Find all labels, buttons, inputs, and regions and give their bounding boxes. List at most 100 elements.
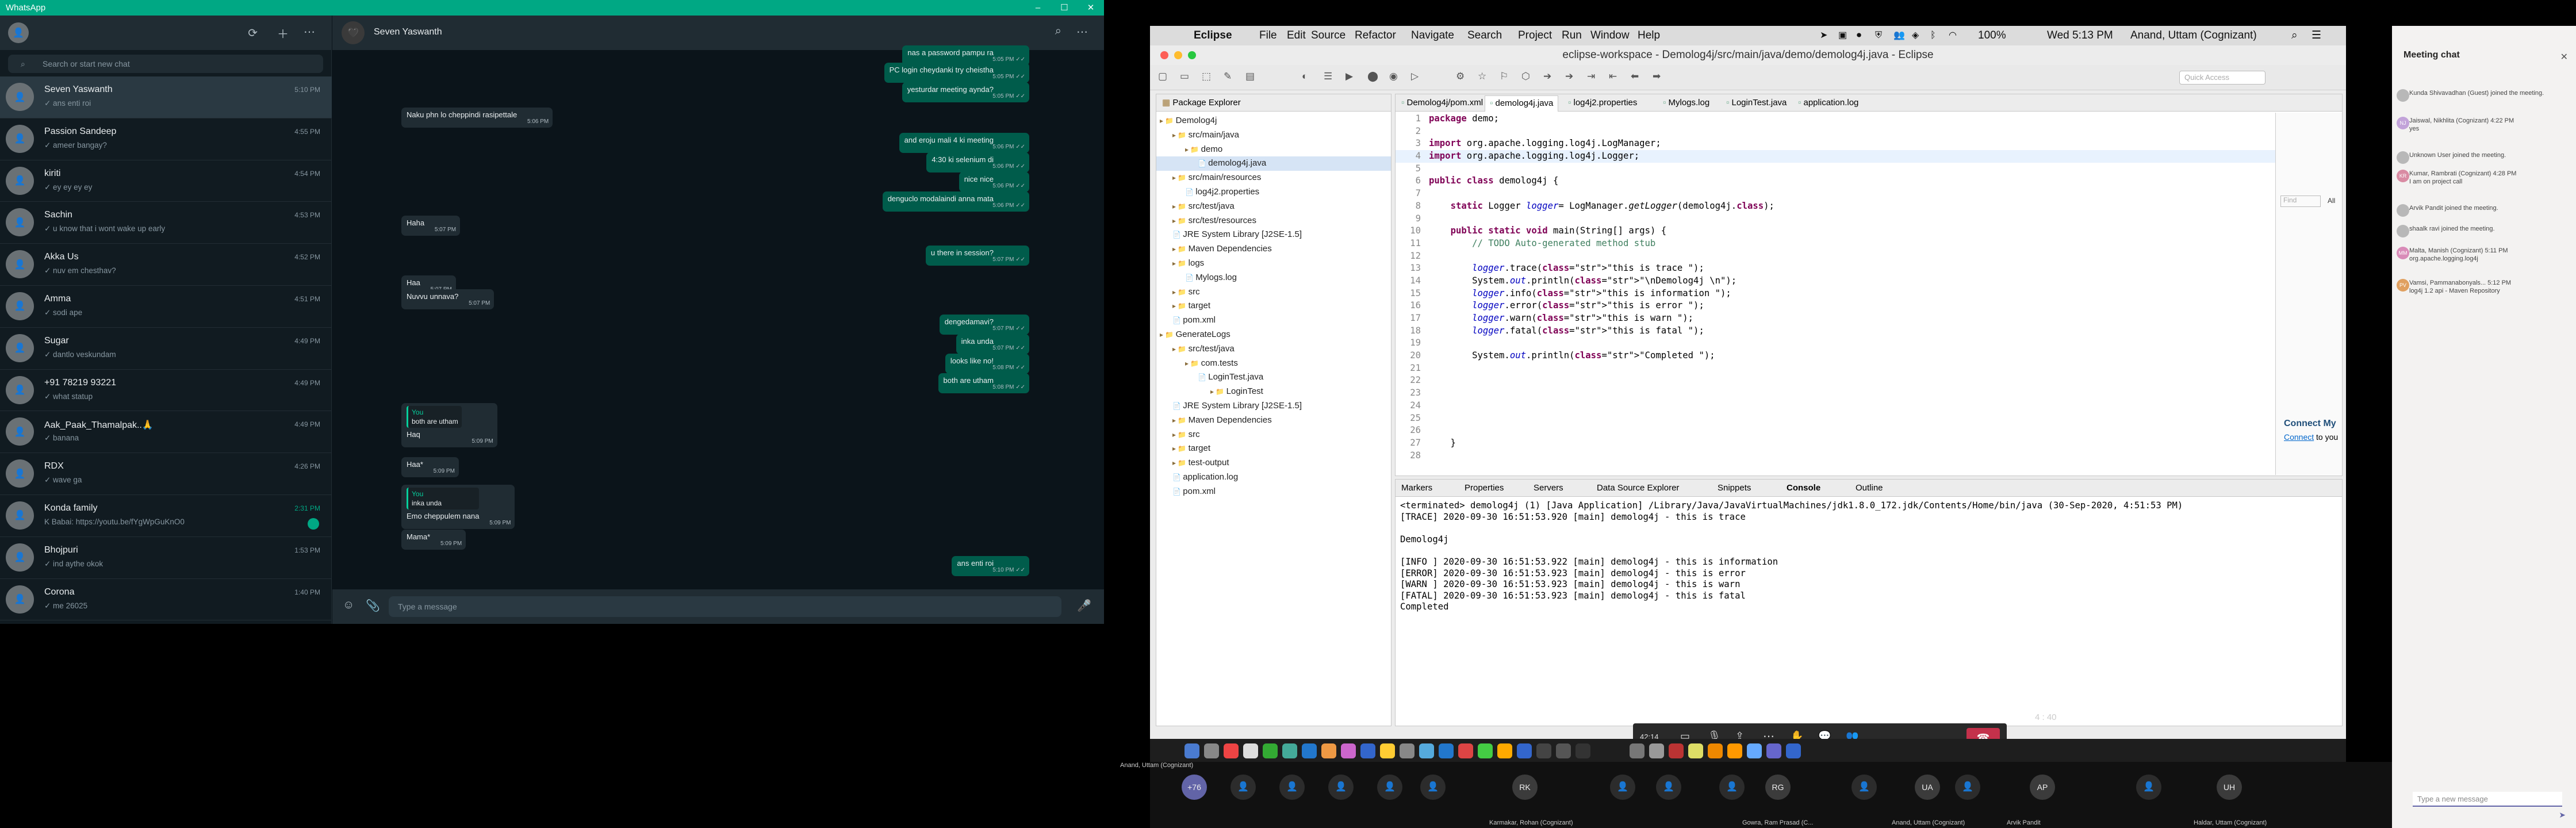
- tree-item[interactable]: 📄 JRE System Library [J2SE-1.5]: [1156, 228, 1391, 242]
- incoming-message[interactable]: Haa* 5:09 PM: [401, 457, 459, 477]
- toolbar-icon[interactable]: ▷: [1411, 71, 1419, 82]
- dock-app-icon[interactable]: [1747, 743, 1762, 758]
- control-center-icon[interactable]: ☰: [2312, 26, 2321, 45]
- dock-app-icon[interactable]: [1556, 743, 1571, 758]
- chat-list-item[interactable]: 👤 Bhojpuri ✓ ind aythe okok 1:53 PM: [0, 537, 332, 579]
- tree-item[interactable]: ▸ 📁 target: [1156, 299, 1391, 313]
- outgoing-message[interactable]: PC login cheydanki try cheistha 5:05 PM ✓…: [884, 63, 1029, 83]
- toolbar-icon[interactable]: ⬅: [1631, 71, 1639, 82]
- menu-search[interactable]: Search: [1467, 26, 1502, 45]
- toolbar-icon[interactable]: ◐: [1302, 71, 1308, 82]
- dock-app-icon[interactable]: [1517, 743, 1532, 758]
- people-icon[interactable]: 👥: [1893, 26, 1905, 45]
- spotlight-icon[interactable]: ⌕: [2291, 26, 2298, 45]
- menu-icon[interactable]: ⋯: [304, 25, 315, 39]
- participant-avatar[interactable]: 👤: [1230, 775, 1256, 800]
- outgoing-message[interactable]: ans enti roi 5:10 PM ✓✓: [952, 556, 1029, 576]
- tree-item[interactable]: 📄 LoginTest.java: [1156, 370, 1391, 385]
- app-menu[interactable]: Eclipse: [1194, 26, 1232, 45]
- dock-app-icon[interactable]: [1321, 743, 1336, 758]
- chat-list-item[interactable]: 👤 Aak_Paak_Thamalpak..🙏 ✓ banana 4:49 PM: [0, 411, 332, 454]
- package-explorer-tab[interactable]: ▦ Package Explorer: [1156, 94, 1391, 112]
- dock-app-icon[interactable]: [1282, 743, 1297, 758]
- maximize-icon[interactable]: ☐: [1051, 0, 1078, 16]
- dock-app-icon[interactable]: [1224, 743, 1239, 758]
- dock-app-icon[interactable]: [1302, 743, 1317, 758]
- dock-app-icon[interactable]: [1497, 743, 1512, 758]
- menu-navigate[interactable]: Navigate: [1411, 26, 1454, 45]
- incoming-message[interactable]: You inka unda Emo cheppulem nana 5:09 PM: [401, 485, 515, 529]
- chat-list-item[interactable]: 👤 Corona ✓ me 26025 1:40 PM: [0, 579, 332, 621]
- toolbar-icon[interactable]: ▤: [1245, 71, 1255, 82]
- incoming-message[interactable]: You both are utham Haq 5:09 PM: [401, 403, 497, 447]
- participant-avatar[interactable]: 👤: [1955, 775, 1980, 800]
- participant-avatar[interactable]: 👤: [1279, 775, 1305, 800]
- toolbar-icon[interactable]: ➡: [1653, 71, 1661, 82]
- outgoing-message[interactable]: nice nice 5:06 PM ✓✓: [959, 172, 1029, 192]
- bottom-tab[interactable]: Snippets: [1718, 483, 1751, 493]
- traffic-close[interactable]: [1160, 51, 1168, 59]
- participant-avatar[interactable]: 👤: [1328, 775, 1354, 800]
- code-area[interactable]: 1 package demo; 2 3 import org.apache.loggin…: [1396, 113, 2275, 462]
- tree-item[interactable]: ▸ 📁 src/test/resources: [1156, 214, 1391, 228]
- dock-app-icon[interactable]: [1341, 743, 1356, 758]
- dock-app-icon[interactable]: [1669, 743, 1684, 758]
- record-icon[interactable]: ⏺: [1857, 26, 1861, 45]
- toolbar-icon[interactable]: ⬡: [1521, 71, 1530, 82]
- dock-app-icon[interactable]: [1380, 743, 1395, 758]
- outgoing-message[interactable]: yesturdar meeting aynda? 5:05 PM ✓✓: [902, 82, 1029, 102]
- search-icon[interactable]: ⌕: [1055, 25, 1061, 38]
- menu-project[interactable]: Project: [1518, 26, 1552, 45]
- outgoing-message[interactable]: looks like no! 5:08 PM ✓✓: [945, 354, 1029, 374]
- bottom-tab[interactable]: Outline: [1856, 483, 1883, 493]
- dock-app-icon[interactable]: [1536, 743, 1551, 758]
- tree-item[interactable]: ▸ 📁 target: [1156, 442, 1391, 456]
- participant-avatar[interactable]: +76: [1182, 775, 1207, 800]
- dock-app-icon[interactable]: [1204, 743, 1219, 758]
- menu-source[interactable]: Source: [1311, 26, 1346, 45]
- battery-label[interactable]: 100%: [1978, 26, 2006, 45]
- bottom-tab[interactable]: Properties: [1465, 483, 1504, 493]
- bottom-tab[interactable]: Servers: [1534, 483, 1563, 493]
- chat-list-item[interactable]: 👤 Amma ✓ sodi ape 4:51 PM: [0, 286, 332, 328]
- contact-avatar[interactable]: 🖤: [342, 21, 365, 44]
- toolbar-icon[interactable]: ☰: [1324, 71, 1332, 82]
- tree-item[interactable]: 📄 demolog4j.java: [1156, 156, 1391, 171]
- menu-edit[interactable]: Edit: [1287, 26, 1306, 45]
- dock-app-icon[interactable]: [1786, 743, 1801, 758]
- connect-link[interactable]: Connect: [2284, 432, 2314, 442]
- mic-icon[interactable]: 🎤: [1077, 599, 1091, 613]
- dock-app-icon[interactable]: [1263, 743, 1278, 758]
- dock-app-icon[interactable]: [1184, 743, 1199, 758]
- dock-app-icon[interactable]: [1575, 743, 1590, 758]
- dock-app-icon[interactable]: [1727, 743, 1742, 758]
- traffic-min[interactable]: [1174, 51, 1182, 59]
- toolbar-icon[interactable]: ⚐: [1500, 71, 1508, 82]
- menu-icon[interactable]: ⋯: [1076, 25, 1088, 39]
- dock-app-icon[interactable]: [1766, 743, 1781, 758]
- dock-app-icon[interactable]: [1439, 743, 1454, 758]
- cursor-icon[interactable]: ➤: [1820, 26, 1827, 45]
- avatar[interactable]: 👤: [8, 22, 29, 43]
- participant-avatar[interactable]: AP: [2030, 775, 2055, 800]
- incoming-message[interactable]: Nuvvu unnava? 5:07 PM: [401, 289, 494, 309]
- chat-compose-input[interactable]: Type a new message: [2413, 792, 2562, 807]
- tree-item[interactable]: ▸ 📁 com.tests: [1156, 356, 1391, 371]
- tree-item[interactable]: ▸ 📁 src/test/java: [1156, 200, 1391, 214]
- chat-list-item[interactable]: 👤 Passion Sandeep ✓ ameer bangay? 4:55 PM: [0, 118, 332, 160]
- menu-file[interactable]: File: [1259, 26, 1277, 45]
- menu-refactor[interactable]: Refactor: [1355, 26, 1396, 45]
- tree-item[interactable]: 📄 pom.xml: [1156, 313, 1391, 328]
- incoming-message[interactable]: Naku phn lo cheppindi rasipettale 5:06 PM: [401, 108, 553, 128]
- chat-message[interactable]: shaalk ravi joined the meeting.: [2397, 225, 2567, 237]
- dock-app-icon[interactable]: [1688, 743, 1703, 758]
- tree-item[interactable]: ▸ 📁 test-output: [1156, 456, 1391, 470]
- tree-item[interactable]: ▸ 📁 logs: [1156, 256, 1391, 271]
- dock-app-icon[interactable]: [1360, 743, 1375, 758]
- chat-message[interactable]: NJ Jaiswal, Nikhlita (Cognizant) 4:22 PM …: [2397, 117, 2567, 133]
- traffic-max[interactable]: [1188, 51, 1196, 59]
- tree-item[interactable]: ▸ 📁 src/test/java: [1156, 342, 1391, 356]
- attach-icon[interactable]: 📎: [366, 599, 380, 613]
- incoming-message[interactable]: Haha 5:07 PM: [401, 216, 461, 236]
- tree-item[interactable]: ▸ 📁 src: [1156, 428, 1391, 442]
